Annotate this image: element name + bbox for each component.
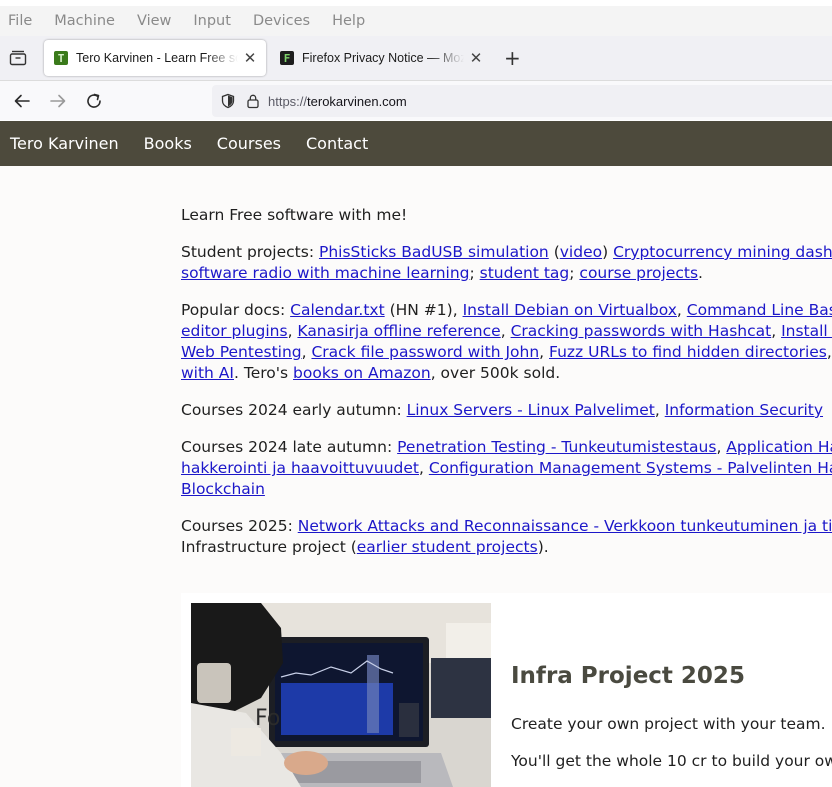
tab-strip: T Tero Karvinen - Learn Free software ✕ … [0, 36, 832, 81]
tab-tero-karvinen[interactable]: T Tero Karvinen - Learn Free software ✕ [44, 40, 266, 76]
link-install-debian[interactable]: Install Debian on Virtualbox [463, 301, 677, 319]
menu-view[interactable]: View [137, 13, 171, 29]
site-nav-contact[interactable]: Contact [306, 134, 368, 153]
link-blockchain[interactable]: Blockchain [181, 480, 265, 498]
courses-early-paragraph: Courses 2024 early autumn: Linux Servers… [181, 401, 824, 419]
link-configuration-management[interactable]: Configuration Management Systems - Palve… [429, 459, 832, 477]
lock-icon[interactable] [246, 93, 260, 109]
site-nav-home[interactable]: Tero Karvinen [10, 134, 119, 153]
text: Infrastructure project ( [181, 538, 357, 556]
new-tab-plus-icon[interactable]: + [504, 48, 521, 68]
page-viewport: Tero Karvinen Books Courses Contact Lear… [0, 121, 832, 787]
menu-devices[interactable]: Devices [253, 13, 310, 29]
link-phissticks[interactable]: PhisSticks BadUSB simulation [319, 243, 549, 261]
link-student-tag[interactable]: student tag [480, 264, 570, 282]
menu-file[interactable]: File [8, 13, 32, 29]
tracking-protection-shield-icon[interactable] [220, 93, 236, 109]
menu-help[interactable]: Help [332, 13, 365, 29]
label: Courses 2024 early autumn: [181, 401, 407, 419]
link-hakkerointi[interactable]: hakkerointi ja haavoittuvuudet [181, 459, 419, 477]
text: , over 500k sold. [430, 364, 561, 382]
close-tab-icon[interactable]: ✕ [468, 49, 484, 67]
link-video[interactable]: video [560, 243, 602, 261]
tab-title: Firefox Privacy Notice — Mozilla [302, 51, 464, 65]
tero-favicon-icon: T [54, 51, 68, 65]
link-kanasirja[interactable]: Kanasirja offline reference [297, 322, 500, 340]
intro-text: Learn Free software with me! [181, 206, 408, 224]
url-text[interactable]: https://terokarvinen.com [268, 94, 407, 109]
infra-project-card[interactable]: Fo Infra Project 2025 Create your own pr… [181, 593, 832, 787]
label: Courses 2024 late autumn: [181, 438, 398, 456]
label: Popular docs: [181, 301, 291, 319]
site-nav-books[interactable]: Books [144, 134, 192, 153]
link-linux-servers[interactable]: Linux Servers - Linux Palvelimet [407, 401, 655, 419]
text: (HN #1), [384, 301, 463, 319]
url-host: terokarvinen.com [307, 93, 407, 109]
link-information-security[interactable]: Information Security [665, 401, 823, 419]
navigation-toolbar: https://terokarvinen.com [0, 81, 832, 120]
url-scheme: https:// [268, 93, 308, 109]
forward-arrow-icon[interactable] [48, 91, 68, 111]
link-fuzz-urls[interactable]: Fuzz URLs to find hidden directories [549, 343, 827, 361]
label: Student projects: [181, 243, 319, 261]
text: . Tero's [234, 364, 294, 382]
link-course-projects[interactable]: course projects [579, 264, 698, 282]
link-editor-plugins[interactable]: editor plugins [181, 322, 288, 340]
close-tab-icon[interactable]: ✕ [242, 49, 258, 67]
student-projects-paragraph: Student projects: PhisSticks BadUSB simu… [181, 242, 832, 284]
link-john[interactable]: Crack file password with John [311, 343, 539, 361]
reload-icon[interactable] [84, 91, 104, 111]
popular-docs-paragraph: Popular docs: Calendar.txt (HN #1), Inst… [181, 300, 832, 384]
student-at-laptop-photo: Fo [191, 603, 491, 787]
link-install-w[interactable]: Install W [781, 322, 832, 340]
link-penetration-testing[interactable]: Penetration Testing - Tunkeutumistestaus [397, 438, 716, 456]
link-calendar[interactable]: Calendar.txt [290, 301, 385, 319]
card-text-line-2: You'll get the whole 10 cr to build your… [511, 752, 832, 770]
courses-2025-paragraph: Courses 2025: Network Attacks and Reconn… [181, 516, 832, 558]
card-title: Infra Project 2025 [511, 663, 745, 689]
link-books-amazon[interactable]: books on Amazon [293, 364, 431, 382]
vm-menubar: File Machine View Input Devices Help [0, 6, 832, 36]
link-crypto-dashboard[interactable]: Cryptocurrency mining dashboard [613, 243, 832, 261]
tab-firefox-privacy[interactable]: F Firefox Privacy Notice — Mozilla ✕ [270, 40, 492, 76]
site-nav-courses[interactable]: Courses [217, 134, 281, 153]
address-bar[interactable]: https://terokarvinen.com [212, 85, 832, 117]
site-navigation: Tero Karvinen Books Courses Contact [0, 121, 832, 166]
tab-title: Tero Karvinen - Learn Free software [76, 51, 238, 65]
link-earlier-student-projects[interactable]: earlier student projects [357, 538, 538, 556]
svg-text:Fo: Fo [255, 706, 280, 731]
card-text-line-1: Create your own project with your team. [511, 715, 826, 733]
link-hashcat[interactable]: Cracking passwords with Hashcat [511, 322, 772, 340]
text: ). [537, 538, 549, 556]
courses-late-paragraph: Courses 2024 late autumn: Penetration Te… [181, 437, 832, 500]
link-software-radio[interactable]: software radio with machine learning [181, 264, 470, 282]
link-web-pentesting[interactable]: Web Pentesting [181, 343, 302, 361]
tab-list-icon[interactable] [9, 50, 27, 66]
label: Courses 2025: [181, 517, 298, 535]
firefox-doc-favicon-icon: F [280, 51, 294, 65]
link-cli-basics[interactable]: Command Line Basics [687, 301, 832, 319]
menu-input[interactable]: Input [193, 13, 231, 29]
menu-machine[interactable]: Machine [54, 13, 115, 29]
back-arrow-icon[interactable] [12, 91, 32, 111]
main-content: Learn Free software with me! Student pro… [181, 205, 832, 574]
link-with-ai[interactable]: with AI [181, 364, 234, 382]
link-application-hacking[interactable]: Application Ha [726, 438, 832, 456]
link-network-attacks[interactable]: Network Attacks and Reconnaissance - Ver… [298, 517, 832, 535]
